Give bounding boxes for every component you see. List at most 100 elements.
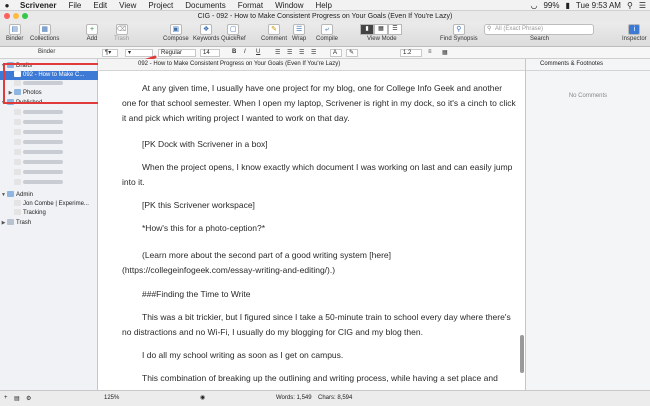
menu-window[interactable]: Window [269,1,309,10]
binder-heading: Binder [38,49,56,55]
document-icon [14,109,21,116]
keywords-button[interactable]: ❖ Keywords [193,24,219,42]
redacted-title [23,150,63,155]
align-justify-icon[interactable]: ☰ [311,49,316,56]
bold-button[interactable]: B [232,49,236,55]
text-color-button[interactable]: A [330,49,342,57]
search-label: Search [530,36,550,42]
editor-paragraph[interactable]: I do all my school writing as soon as I … [122,348,518,363]
zoom-window-button[interactable] [22,13,28,19]
folder-add-icon[interactable]: ▤ [14,395,20,402]
collections-button[interactable]: ▦ Collections [30,24,59,42]
spotlight-icon[interactable]: ⚲ [627,1,633,10]
binder-item-tracking[interactable]: Tracking [0,209,98,218]
binder-item-hidden[interactable] [0,169,98,178]
target-icon[interactable]: ◉ [200,394,205,401]
format-bar: Binder ¶▾ ▾ Regular 14 B I U ☰ ☰ ☰ ☰ A ✎… [0,47,650,59]
search-input[interactable]: ⚲ All (Exact Phrase) [484,24,594,35]
binder-item-trash[interactable]: ▶ Trash [0,219,98,228]
table-icon[interactable]: ▦ [442,49,448,56]
menu-documents[interactable]: Documents [179,1,231,10]
binder-item-hidden[interactable] [0,149,98,158]
document-icon [14,149,21,156]
document-icon [14,129,21,136]
binder-item-jon-combe[interactable]: Jon Combe | Experime... [0,200,98,209]
align-center-icon[interactable]: ☰ [287,49,292,56]
editor-paragraph[interactable]: This combination of breaking up the outl… [122,371,518,386]
editor-paragraph[interactable]: (Learn more about the second part of a g… [122,248,518,278]
zoom-level[interactable]: 125% [104,395,119,401]
inspector-button[interactable]: i Inspector [622,24,647,42]
menu-view[interactable]: View [113,1,142,10]
font-family-menu[interactable]: ▾ [125,49,153,57]
paragraph-style-menu[interactable]: ¶▾ [102,49,118,57]
wifi-icon[interactable]: ◡ [531,1,538,10]
add-button[interactable]: + Add [86,24,98,42]
editor-paragraph[interactable]: ###Finding the Time to Write [122,287,518,302]
view-mode-control[interactable]: ▮ ▦ ☰ [360,24,402,35]
trash-button[interactable]: ⌫ Trash [114,24,129,42]
line-spacing-menu[interactable]: 1.2 [400,49,422,57]
italic-button[interactable]: I [244,49,246,55]
comment-button[interactable]: ✎ Comment [261,24,287,42]
view-mode-corkboard-icon[interactable]: ▦ [374,24,388,35]
find-synopsis-button[interactable]: ⚲ Find Synopsis [440,24,478,42]
disclosure-down-icon[interactable]: ▼ [0,191,7,200]
inspector-heading[interactable]: Comments & Footnotes [526,59,650,71]
editor-paragraph[interactable]: When the project opens, I know exactly w… [122,160,518,190]
list-bullets-icon[interactable]: ≡ [428,49,432,55]
binder-item-hidden[interactable] [0,159,98,168]
disclosure-right-icon[interactable]: ▶ [0,219,7,228]
menu-project[interactable]: Project [142,1,179,10]
menu-help[interactable]: Help [310,1,338,10]
view-mode-outline-icon[interactable]: ☰ [388,24,402,35]
binder-item-hidden[interactable] [0,109,98,118]
binder-item-admin[interactable]: ▼ Admin [0,191,98,200]
editor-paragraph[interactable]: At any given time, I usually have one pr… [122,81,518,126]
view-mode-document-icon[interactable]: ▮ [360,24,374,35]
menu-edit[interactable]: Edit [87,1,113,10]
wrap-button[interactable]: ☰ Wrap [292,24,306,42]
binder-item-hidden[interactable] [0,139,98,148]
wrap-icon: ☰ [293,24,306,35]
inspector-panel: Comments & Footnotes No Comments [525,59,650,390]
editor-paragraph[interactable]: [PK Dock with Scrivener in a box] [122,137,518,152]
underline-button[interactable]: U [256,49,260,55]
editor-paragraph[interactable]: [PK this Scrivener workspace] [122,198,518,213]
quickref-button[interactable]: ▢ QuickRef [221,24,246,42]
minimize-window-button[interactable] [13,13,19,19]
battery-icon[interactable]: ▮ [566,1,570,10]
align-right-icon[interactable]: ☰ [299,49,304,56]
binder-item-hidden[interactable] [0,129,98,138]
font-style-menu[interactable]: Regular [158,49,196,57]
binder-button[interactable]: ▤ Binder [6,24,23,42]
search-placeholder: All (Exact Phrase) [495,26,544,32]
battery-percent: 99% [543,0,560,10]
trash-icon: ⌫ [115,24,128,35]
binder-sidebar: ▼ Drafts 092 - How to Make C... ▶ Photos ▼… [0,59,98,406]
gear-icon[interactable]: ⚙ [26,395,31,402]
align-left-icon[interactable]: ☰ [275,49,280,56]
compose-button[interactable]: ▣ Compose [163,24,189,42]
keywords-icon: ❖ [200,24,213,35]
folder-icon [7,191,14,198]
highlight-color-button[interactable]: ✎ [346,49,358,57]
notification-center-icon[interactable]: ☰ [639,1,646,10]
comment-icon: ✎ [268,24,280,35]
close-window-button[interactable] [4,13,10,19]
compile-button[interactable]: ⤶ Compile [316,24,338,42]
menu-clock[interactable]: Tue 9:53 AM [576,1,621,10]
menu-format[interactable]: Format [232,1,269,10]
menu-app-name[interactable]: Scrivener [14,1,62,10]
binder-item-hidden[interactable] [0,179,98,188]
editor-pane[interactable]: At any given time, I usually have one pr… [98,71,525,390]
add-item-icon[interactable]: + [4,395,8,401]
menu-file[interactable]: File [62,1,87,10]
char-count: Chars: 8,594 [318,395,353,401]
font-size-menu[interactable]: 14 [200,49,220,57]
binder-item-hidden[interactable] [0,119,98,128]
editor-paragraph[interactable]: This was a bit trickier, but I figured s… [122,310,518,340]
editor-paragraph[interactable]: *How's this for a photo-ception?* [122,221,518,236]
apple-menu-icon[interactable]: ● [0,1,14,10]
editor-scrollbar[interactable] [520,335,524,373]
